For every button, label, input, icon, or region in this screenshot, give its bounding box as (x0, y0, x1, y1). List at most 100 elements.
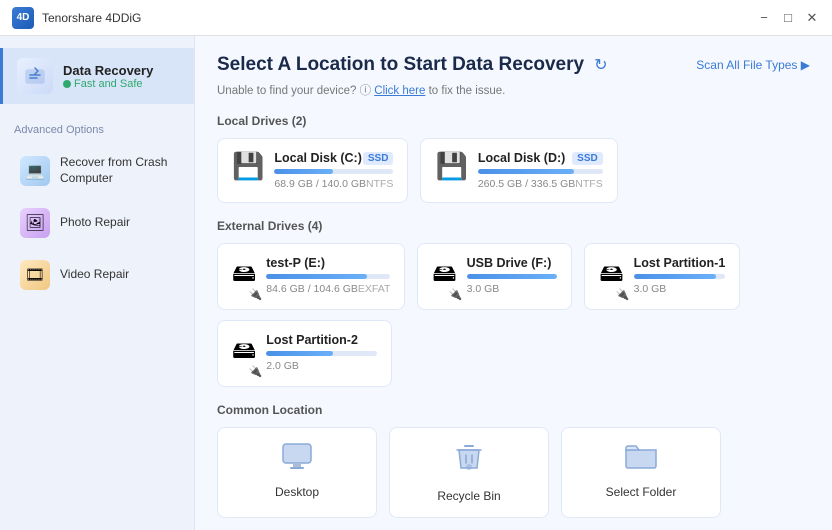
drive-f-icon-ext: 🖴 🔌 (432, 256, 456, 297)
lost1-size-row: 3.0 GB (634, 283, 726, 295)
drive-d-icon-wrap: 💾 (435, 151, 467, 182)
drive-e-icon-wrap: 🖴 🔌 (232, 256, 256, 297)
drive-card-f[interactable]: 🖴 🔌 USB Drive (F:) 3.0 GB (417, 243, 572, 310)
drive-c-bar (274, 169, 393, 174)
drive-f-name: USB Drive (F:) (467, 256, 552, 270)
crash-icon: 💻 (20, 156, 50, 186)
drive-f-inner: 🖴 🔌 USB Drive (F:) 3.0 GB (432, 256, 557, 297)
drive-c-name-row: Local Disk (C:) SSD (274, 151, 393, 165)
drive-c-icon: 💾 (232, 151, 264, 182)
sidebar: Data Recovery Fast and Safe Advanced Opt… (0, 36, 195, 530)
common-folder[interactable]: Select Folder (561, 427, 721, 518)
lost2-name: Lost Partition-2 (266, 333, 358, 347)
common-locations-grid: Desktop Recycle Bin (217, 427, 810, 518)
lost1-icon: 🖴 🔌 (599, 256, 623, 297)
lost2-info: Lost Partition-2 2.0 GB (266, 333, 377, 372)
folder-icon (624, 442, 658, 477)
drive-c-size-row: 68.9 GB / 140.0 GB NTFS (274, 178, 393, 190)
help-link[interactable]: Click here (374, 85, 425, 97)
sidebar-item-video[interactable]: 🎞 Video Repair (6, 251, 188, 299)
help-suffix: to fix the issue. (429, 85, 506, 97)
lost1-info: Lost Partition-1 3.0 GB (634, 256, 726, 295)
drive-f-icon-wrap: 🖴 🔌 (432, 256, 456, 297)
common-location-label: Common Location (217, 403, 810, 417)
drive-c-icon-wrap: 💾 (232, 151, 264, 182)
sidebar-main-title: Data Recovery (63, 63, 153, 78)
lost2-fill (266, 351, 332, 356)
drive-c-badge: SSD (363, 152, 394, 165)
lost2-icon-wrap: 🖴 🔌 (232, 333, 256, 374)
drive-d-icon: 💾 (435, 151, 467, 182)
lost2-bar (266, 351, 377, 356)
app-body: Data Recovery Fast and Safe Advanced Opt… (0, 36, 832, 530)
drive-c-fs: NTFS (366, 178, 393, 190)
help-row: Unable to find your device? ⓘ Click here… (217, 82, 810, 98)
drive-e-fill (266, 274, 367, 279)
drive-e-bar (266, 274, 390, 279)
drive-d-badge: SSD (572, 152, 603, 165)
drive-f-size: 3.0 GB (467, 283, 500, 295)
app-title: Tenorshare 4DDiG (42, 11, 756, 25)
lost2-size-row: 2.0 GB (266, 360, 377, 372)
main-content: Select A Location to Start Data Recovery… (195, 36, 832, 530)
drive-card-lost2[interactable]: 🖴 🔌 Lost Partition-2 2.0 GB (217, 320, 392, 387)
drive-e-info: test-P (E:) 84.6 GB / 104.6 GB EXFAT (266, 256, 390, 295)
external-drives-grid: 🖴 🔌 test-P (E:) 84.6 GB / 104.6 GB (217, 243, 810, 310)
sidebar-item-photo[interactable]: 🖼 Photo Repair (6, 199, 188, 247)
maximize-button[interactable]: □ (780, 10, 796, 26)
drive-d-fill (478, 169, 574, 174)
drive-c-info: Local Disk (C:) SSD 68.9 GB / 140.0 GB N… (274, 151, 393, 190)
local-drives-label: Local Drives (2) (217, 114, 810, 128)
minimize-button[interactable]: − (756, 10, 772, 26)
refresh-icon[interactable]: ↻ (594, 55, 607, 75)
data-recovery-icon (17, 58, 53, 94)
sidebar-item-crash[interactable]: 💻 Recover from CrashComputer (6, 146, 188, 195)
recycle-icon (455, 442, 483, 481)
external-drives-label: External Drives (4) (217, 219, 810, 233)
video-icon: 🎞 (20, 260, 50, 290)
close-button[interactable]: ✕ (804, 10, 820, 26)
drive-d-inner: 💾 Local Disk (D:) SSD 260.5 GB / 336.5 G… (435, 151, 602, 190)
lost1-inner: 🖴 🔌 Lost Partition-1 3.0 GB (599, 256, 725, 297)
drive-c-name: Local Disk (C:) (274, 151, 362, 165)
drive-e-size-row: 84.6 GB / 104.6 GB EXFAT (266, 283, 390, 295)
drive-d-bar (478, 169, 603, 174)
drive-card-lost1[interactable]: 🖴 🔌 Lost Partition-1 3.0 GB (584, 243, 740, 310)
drive-e-name-row: test-P (E:) (266, 256, 390, 270)
drive-d-size-row: 260.5 GB / 336.5 GB NTFS (478, 178, 603, 190)
common-desktop[interactable]: Desktop (217, 427, 377, 518)
desktop-icon (281, 442, 313, 477)
page-title-row: Select A Location to Start Data Recovery… (217, 54, 608, 76)
drive-d-name-row: Local Disk (D:) SSD (478, 151, 603, 165)
drive-d-info: Local Disk (D:) SSD 260.5 GB / 336.5 GB … (478, 151, 603, 190)
scan-all-button[interactable]: Scan All File Types ▶ (696, 58, 810, 72)
lost1-name: Lost Partition-1 (634, 256, 726, 270)
drive-e-icon-ext: 🖴 🔌 (232, 256, 256, 297)
drive-card-c[interactable]: 💾 Local Disk (C:) SSD 68.9 GB / 140.0 GB (217, 138, 408, 203)
drive-card-e[interactable]: 🖴 🔌 test-P (E:) 84.6 GB / 104.6 GB (217, 243, 405, 310)
window-controls: − □ ✕ (756, 10, 820, 26)
drive-c-size: 68.9 GB / 140.0 GB (274, 178, 366, 190)
help-text: Unable to find your device? (217, 85, 356, 97)
drive-e-overlay: 🔌 (249, 288, 263, 301)
drive-e-name: test-P (E:) (266, 256, 325, 270)
titlebar: 4D Tenorshare 4DDiG − □ ✕ (0, 0, 832, 36)
sidebar-item-data-recovery[interactable]: Data Recovery Fast and Safe (0, 48, 194, 104)
common-recycle[interactable]: Recycle Bin (389, 427, 549, 518)
local-drives-grid: 💾 Local Disk (C:) SSD 68.9 GB / 140.0 GB (217, 138, 810, 203)
sidebar-crash-label: Recover from CrashComputer (60, 155, 167, 186)
app-logo: 4D (12, 7, 34, 29)
lost1-icon-wrap: 🖴 🔌 (599, 256, 623, 297)
drive-card-d[interactable]: 💾 Local Disk (D:) SSD 260.5 GB / 336.5 G… (420, 138, 617, 203)
sidebar-video-label: Video Repair (60, 267, 129, 283)
lost2-name-row: Lost Partition-2 (266, 333, 377, 347)
page-header: Select A Location to Start Data Recovery… (217, 54, 810, 76)
drive-e-size: 84.6 GB / 104.6 GB (266, 283, 358, 295)
lost2-overlay: 🔌 (249, 365, 263, 378)
drive-c-fill (274, 169, 332, 174)
lost1-fill (634, 274, 717, 279)
page-title: Select A Location to Start Data Recovery (217, 54, 584, 76)
sidebar-photo-label: Photo Repair (60, 215, 130, 231)
lost2-size: 2.0 GB (266, 360, 299, 372)
desktop-label: Desktop (275, 485, 319, 499)
